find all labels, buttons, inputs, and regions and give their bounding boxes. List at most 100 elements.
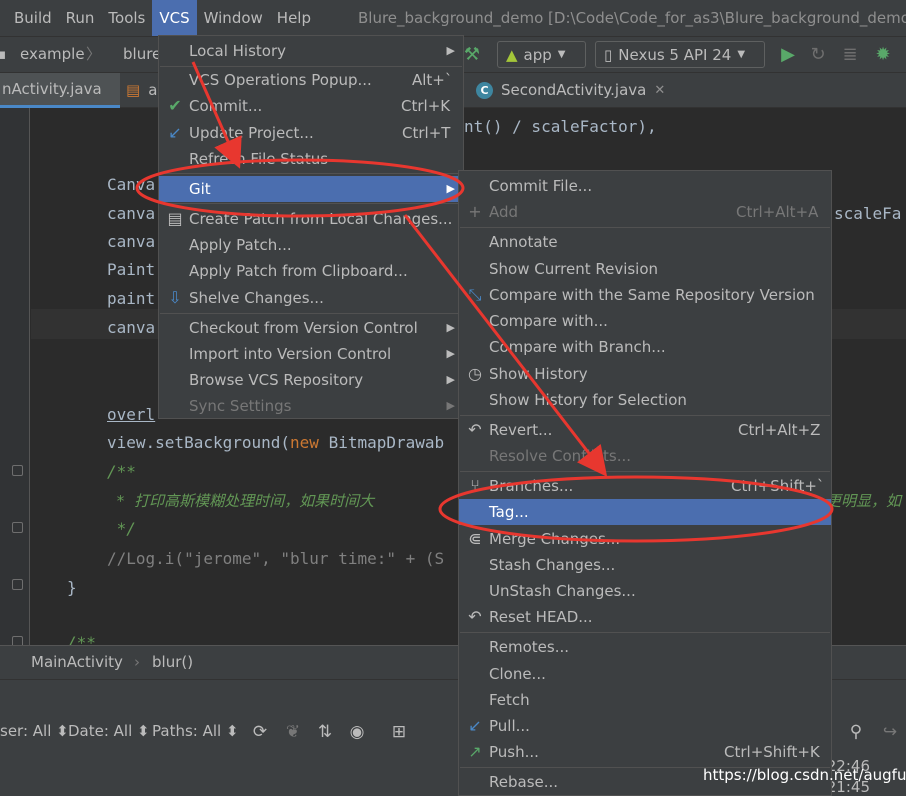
search-icon[interactable]: ⚲	[846, 722, 866, 742]
menu-item-clone[interactable]: Clone...	[459, 661, 831, 687]
menu-item-compare-with[interactable]: Compare with...	[459, 308, 831, 334]
fold-icon[interactable]	[12, 579, 23, 590]
pull-arrow-icon: ↙	[468, 716, 482, 735]
debug-bug-icon[interactable]: ✹	[871, 42, 895, 66]
menu-window[interactable]: Window	[197, 0, 270, 36]
menu-item-commit[interactable]: ✔ Commit... Ctrl+K	[159, 93, 463, 119]
menu-item-branches[interactable]: ⑂ Branches... Ctrl+Shift+`	[459, 473, 831, 499]
tab-label: a	[148, 81, 158, 99]
date-filter[interactable]: Date: All ⬍	[68, 714, 150, 748]
menu-item-compare-with-branch[interactable]: Compare with Branch...	[459, 334, 831, 360]
patch-icon: ▤	[167, 209, 183, 228]
chevron-down-icon: ▼	[737, 49, 746, 60]
menu-item-annotate[interactable]: Annotate	[459, 229, 831, 255]
refresh-icon[interactable]: ⟳	[250, 722, 270, 742]
menu-run[interactable]: Run	[59, 0, 102, 36]
code-line: Canva	[107, 175, 156, 194]
code-comment: * 打印高斯模糊处理时间，如果时间大	[107, 492, 375, 510]
breadcrumb-method[interactable]: blur()	[152, 646, 193, 679]
menu-item-apply-patch-clipboard[interactable]: Apply Patch from Clipboard...	[159, 258, 463, 284]
sort-icon[interactable]: ⇅	[315, 722, 335, 742]
menu-item-pull[interactable]: ↙ Pull...	[459, 713, 831, 739]
eye-icon[interactable]: ◉	[347, 722, 367, 742]
menu-tools[interactable]: Tools	[101, 0, 152, 36]
git-submenu: Commit File... + Add Ctrl+Alt+A Annotate S…	[458, 170, 832, 796]
menu-item-reset-head[interactable]: ↶ Reset HEAD...	[459, 604, 831, 630]
menu-item-unstash-changes[interactable]: UnStash Changes...	[459, 578, 831, 604]
shelve-icon: ⇩	[168, 288, 182, 307]
fold-icon[interactable]	[12, 465, 23, 476]
vcs-dropdown-menu: Local History ▶ VCS Operations Popup... Al…	[158, 35, 464, 419]
menu-item-import[interactable]: Import into Version Control ▶	[159, 341, 463, 367]
menu-item-shelve-changes[interactable]: ⇩ Shelve Changes...	[159, 285, 463, 311]
menu-item-local-history[interactable]: Local History ▶	[159, 38, 463, 64]
menu-item-show-current-revision[interactable]: Show Current Revision	[459, 256, 831, 282]
submenu-arrow-icon: ▶	[446, 347, 455, 360]
menu-item-commit-file[interactable]: Commit File...	[459, 173, 831, 199]
menu-separator	[460, 471, 830, 472]
menu-bar: Build Run Tools VCS Window Help Blure_ba…	[0, 0, 906, 36]
run-icon[interactable]: ▶	[776, 42, 800, 66]
menu-item-apply-patch[interactable]: Apply Patch...	[159, 232, 463, 258]
code-line: canva	[107, 232, 156, 251]
window-title: Blure_background_demo [D:\Code\Code_for_…	[358, 9, 906, 27]
code-line: view.setBackground(new BitmapDrawab	[107, 433, 445, 452]
rerun-icon[interactable]: ↻	[806, 42, 830, 66]
code-line: Paint	[107, 260, 156, 279]
fold-icon[interactable]	[12, 522, 23, 533]
compare-icon: ⤡	[468, 285, 482, 304]
menu-item-refresh-file-status[interactable]: Refresh File Status	[159, 146, 463, 172]
close-icon[interactable]: ✕	[654, 73, 665, 108]
menu-item-merge-changes[interactable]: ⋐ Merge Changes...	[459, 526, 831, 552]
folder-icon: ▪	[0, 45, 7, 63]
watermark: https://blog.csdn.net/augfun	[703, 766, 906, 784]
list-icon[interactable]: ≣	[838, 42, 862, 66]
merge-icon: ⋐	[468, 529, 482, 548]
menu-item-update-project[interactable]: ↙ Update Project... Ctrl+T	[159, 120, 463, 146]
menu-item-revert[interactable]: ↶ Revert... Ctrl+Alt+Z	[459, 417, 831, 443]
arrow-icon[interactable]: ↪	[880, 722, 900, 742]
tab-second-activity[interactable]: C SecondActivity.java ✕	[476, 73, 676, 108]
menu-item-remotes[interactable]: Remotes...	[459, 634, 831, 660]
menu-item-show-history[interactable]: ◷ Show History	[459, 361, 831, 387]
menu-item-tag[interactable]: Tag...	[459, 499, 831, 525]
code-line: canva	[107, 204, 156, 223]
nav-crumb-example[interactable]: example	[20, 37, 85, 71]
tab-main-activity[interactable]: nActivity.java	[0, 73, 120, 108]
menu-build[interactable]: Build	[7, 0, 59, 36]
menu-item-compare-same-repo[interactable]: ⤡ Compare with the Same Repository Versio…	[459, 282, 831, 308]
run-config-select[interactable]: ▲ app ▼	[497, 41, 586, 68]
device-label: Nexus 5 API 24	[618, 45, 732, 64]
user-filter[interactable]: ser: All ⬍	[0, 714, 69, 748]
menu-item-git[interactable]: Git ▶	[159, 176, 463, 202]
new-branch-icon[interactable]: ⊞	[389, 722, 409, 742]
menu-item-vcs-operations-popup[interactable]: VCS Operations Popup... Alt+`	[159, 67, 463, 93]
nav-crumb-blure[interactable]: blure	[123, 37, 161, 71]
menu-item-add: + Add Ctrl+Alt+A	[459, 199, 831, 225]
menu-item-browse-repository[interactable]: Browse VCS Repository ▶	[159, 367, 463, 393]
cherry-pick-icon[interactable]: ❦	[283, 722, 303, 742]
device-select[interactable]: ▯ Nexus 5 API 24 ▼	[595, 41, 765, 68]
menu-item-stash-changes[interactable]: Stash Changes...	[459, 552, 831, 578]
check-icon: ✔	[168, 96, 182, 115]
breadcrumb-class[interactable]: MainActivity	[31, 646, 123, 679]
code-line: }	[67, 578, 77, 597]
paths-filter[interactable]: Paths: All ⬍	[152, 714, 239, 748]
submenu-arrow-icon: ▶	[446, 373, 455, 386]
code-comment: */	[107, 519, 136, 538]
menu-item-create-patch[interactable]: ▤ Create Patch from Local Changes...	[159, 206, 463, 232]
menu-separator	[460, 227, 830, 228]
menu-item-resolve-conflicts: Resolve Conflicts...	[489, 447, 632, 465]
run-config-label: app	[523, 45, 552, 64]
menu-item-checkout[interactable]: Checkout from Version Control ▶	[159, 315, 463, 341]
menu-item-show-history-selection[interactable]: Show History for Selection	[459, 387, 831, 413]
submenu-arrow-icon: ▶	[446, 182, 455, 195]
menu-help[interactable]: Help	[270, 0, 318, 36]
chevron-down-icon: ▼	[557, 49, 566, 60]
menu-vcs[interactable]: VCS	[152, 0, 197, 36]
fold-icon[interactable]	[12, 636, 23, 645]
android-icon: ▲	[506, 45, 518, 64]
menu-item-fetch[interactable]: Fetch	[459, 687, 831, 713]
menu-item-push[interactable]: ↗ Push... Ctrl+Shift+K	[459, 739, 831, 765]
editor-gutter	[0, 108, 30, 645]
